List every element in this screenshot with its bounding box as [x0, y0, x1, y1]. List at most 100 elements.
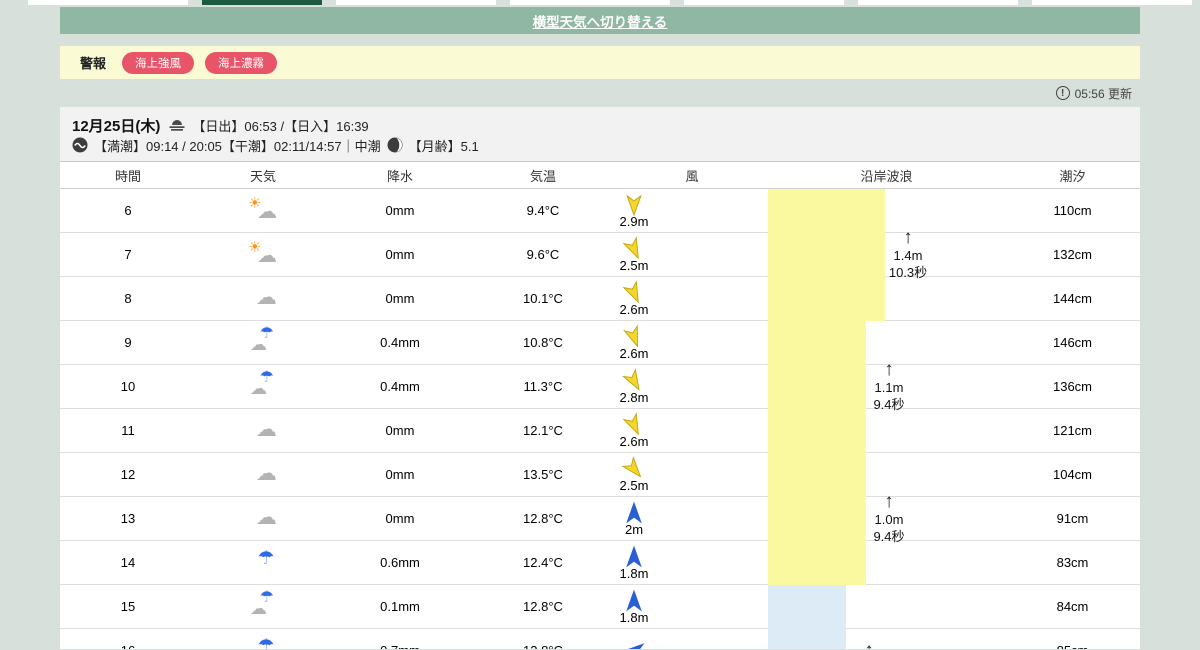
table-row: 6 ☀ ☁ 0mm 9.4°C 2.9m 110cm [60, 189, 1140, 233]
wind-speed: 2m [624, 521, 644, 537]
time-cell: 14 [120, 555, 136, 570]
update-info-row: ! 05:56 更新 [60, 79, 1140, 107]
warning-bar: 警報 海上強風 海上濃霧 [60, 46, 1140, 79]
tide-cell: 83cm [1056, 555, 1089, 570]
temp-cell: 10.8°C [523, 335, 563, 350]
temp-cell: 13.5°C [523, 467, 563, 482]
weather-cell: ☁ [247, 460, 279, 489]
tide-cell: 91cm [1056, 511, 1089, 526]
sunrise-icon [168, 118, 186, 133]
precip-cell: 0mm [385, 511, 415, 526]
cloud-icon: ☁ [256, 462, 277, 485]
update-time: 05:56 更新 [1074, 86, 1132, 101]
umbrella-cloud-icon: ☁ ☂ [250, 325, 274, 354]
column-header-5: 沿岸波浪 [860, 168, 913, 184]
info-circle-icon: ! [1055, 86, 1070, 100]
cloud-icon: ☁ [256, 418, 277, 441]
temp-cell: 12.8°C [523, 643, 563, 649]
weather-cell: ☀ ☁ [247, 240, 279, 269]
weather-cell: ☁ ☂ [247, 369, 279, 401]
table-row: 16 ☂ 0.7mm 12.8°C 85cm [60, 629, 1140, 649]
precip-cell: 0mm [385, 203, 415, 218]
weather-cell: ☁ ☂ [247, 589, 279, 621]
tide-cell: 146cm [1052, 335, 1093, 350]
warning-badge-gale[interactable]: 海上強風 [122, 51, 195, 74]
table-header-row: 時間 天気 降水 気温 風 沿岸波浪 潮汐 [60, 162, 1140, 189]
umbrella-icon: ☂ [257, 548, 275, 569]
tide-cell: 121cm [1052, 423, 1093, 438]
umbrella-icon: ☂ [257, 636, 275, 649]
forecast-rows: 6 ☀ ☁ 0mm 9.4°C 2.9m 110cm 7 ☀ ☁ 0mm 9.6°C 2.5m 132cm… [60, 189, 1140, 649]
cloud-icon: ☁ [256, 506, 277, 529]
temp-cell: 9.4°C [526, 203, 560, 218]
warning-badge-fog[interactable]: 海上濃霧 [205, 51, 278, 74]
umbrella-cloud-icon: ☁ ☂ [250, 589, 274, 618]
column-header-4: 風 [685, 168, 699, 184]
wind-arrow-icon [626, 501, 642, 523]
time-cell: 12 [120, 467, 136, 482]
tide-cell: 104cm [1052, 467, 1093, 482]
column-header-6: 潮汐 [1059, 168, 1086, 184]
switch-layout-bar: 横型天気へ切り替える [60, 7, 1140, 34]
wind-cell: 2.5m [620, 235, 648, 272]
precip-cell: 0.7mm [380, 643, 420, 649]
time-cell: 8 [124, 291, 132, 306]
table-row: 8 ☁ 0mm 10.1°C 2.6m 144cm [60, 277, 1140, 321]
time-cell: 7 [124, 247, 132, 262]
wind-arrow-icon [623, 643, 645, 649]
precip-cell: 0mm [385, 291, 415, 306]
date-header: 12月25日(木) 【日出】06:53 /【日入】16:39 【満潮】09:14… [60, 107, 1140, 162]
umbrella-cloud-icon: ☁ ☂ [250, 369, 274, 398]
cloud-icon: ☁ [256, 286, 277, 309]
temp-cell: 11.3°C [523, 379, 563, 394]
precip-cell: 0mm [385, 467, 415, 482]
table-row: 13 ☁ 0mm 12.8°C 2m 91cm [60, 497, 1140, 541]
switch-layout-link[interactable]: 横型天気へ切り替える [533, 11, 668, 31]
precip-cell: 0.4mm [380, 335, 420, 350]
date-title: 12月25日(木) [72, 117, 161, 135]
precip-cell: 0.6mm [380, 555, 420, 570]
column-header-0: 時間 [114, 168, 141, 184]
time-cell: 15 [120, 599, 136, 614]
tide-cell: 136cm [1052, 379, 1093, 394]
crescent-moon-icon [387, 137, 403, 153]
moon-age: 【月齢】5.1 [408, 138, 479, 154]
column-header-1: 天気 [249, 168, 276, 184]
wind-speed: 1.8m [619, 609, 649, 625]
time-cell: 16 [121, 643, 135, 649]
table-row: 11 ☁ 0mm 12.1°C 2.6m 121cm [60, 409, 1140, 453]
wind-cell: 2.8m [620, 367, 648, 404]
table-row: 7 ☀ ☁ 0mm 9.6°C 2.5m 132cm [60, 233, 1140, 277]
temp-cell: 10.1°C [523, 291, 563, 306]
tide-times: 【満潮】09:14 / 20:05【干潮】02:11/14:57｜中潮 [94, 138, 381, 154]
tide-cell: 144cm [1052, 291, 1093, 306]
wind-cell: 2m [623, 501, 645, 537]
time-cell: 11 [121, 423, 135, 438]
sun-cloud-icon: ☀ ☁ [248, 195, 277, 223]
precip-cell: 0.4mm [380, 379, 420, 394]
wind-cell: 1.8m [620, 545, 648, 580]
wind-cell: 2.9m [620, 194, 648, 228]
temp-cell: 12.8°C [523, 511, 563, 526]
tide-cell: 85cm [1057, 643, 1089, 649]
tide-cell: 84cm [1056, 599, 1089, 614]
time-cell: 13 [120, 511, 136, 526]
table-row: 15 ☁ ☂ 0.1mm 12.8°C 1.8m 84cm [60, 585, 1140, 629]
sun-times: 【日出】06:53 /【日入】16:39 [192, 118, 369, 134]
precip-cell: 0.1mm [380, 599, 420, 614]
tide-cell: 132cm [1052, 247, 1093, 262]
wind-cell [623, 640, 645, 649]
table-row: 10 ☁ ☂ 0.4mm 11.3°C 2.8m 136cm [60, 365, 1140, 409]
wind-arrow-icon [626, 194, 642, 216]
weather-cell: ☁ [247, 504, 279, 533]
precip-cell: 0mm [385, 247, 415, 262]
weather-cell: ☂ [247, 548, 279, 577]
weather-cell: ☁ [247, 284, 279, 313]
weather-cell: ☀ ☁ [247, 196, 279, 225]
time-cell: 6 [124, 203, 132, 218]
column-header-2: 降水 [386, 168, 413, 184]
wind-arrow-icon [626, 545, 642, 567]
table-row: 9 ☁ ☂ 0.4mm 10.8°C 2.6m 146cm [60, 321, 1140, 365]
precip-cell: 0mm [385, 423, 415, 438]
weather-cell: ☁ [247, 416, 279, 445]
